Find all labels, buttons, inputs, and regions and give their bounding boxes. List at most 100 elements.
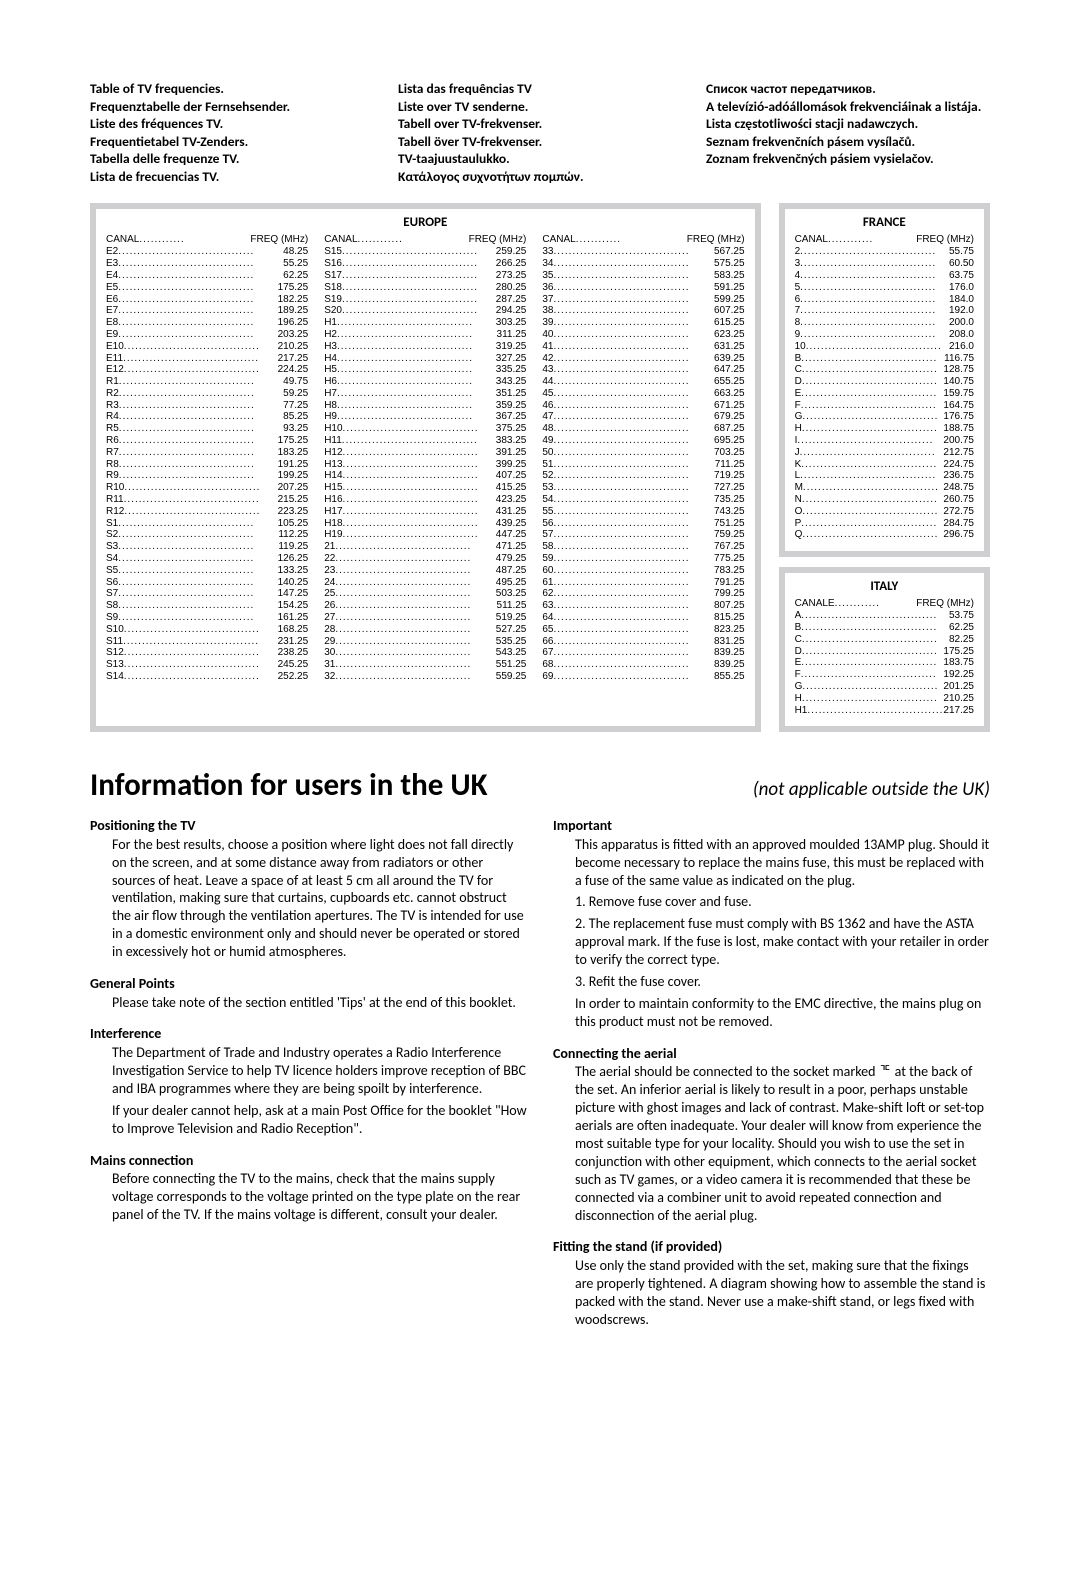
freq-row: H....................................210…	[795, 693, 974, 705]
freq-row: 38....................................60…	[542, 305, 744, 317]
freq-row: S2....................................11…	[106, 529, 308, 541]
freq-row: 42....................................63…	[542, 353, 744, 365]
freq-row: R11....................................2…	[106, 494, 308, 506]
info-section: Fitting the stand (if provided)Use only …	[553, 1238, 990, 1328]
freq-row: R7....................................18…	[106, 447, 308, 459]
title-line: Table of TV frequencies.	[90, 80, 374, 98]
freq-row: E4....................................62…	[106, 270, 308, 282]
freq-row: 45....................................66…	[542, 388, 744, 400]
freq-row: 34....................................57…	[542, 258, 744, 270]
freq-row: S14....................................2…	[106, 671, 308, 683]
freq-row: S1....................................10…	[106, 518, 308, 530]
freq-header: CANAL............FREQ (MHz)	[795, 234, 974, 246]
freq-row: H11....................................3…	[324, 435, 526, 447]
freq-row: R3....................................77…	[106, 400, 308, 412]
freq-row: B....................................116…	[795, 353, 974, 365]
freq-row: H6....................................34…	[324, 376, 526, 388]
freq-row: E11....................................2…	[106, 353, 308, 365]
freq-row: E9....................................20…	[106, 329, 308, 341]
freq-row: S13....................................2…	[106, 659, 308, 671]
title-line: Frequentietabel TV-Zenders.	[90, 133, 374, 151]
freq-header: CANAL............FREQ (MHz)	[542, 234, 744, 246]
freq-row: 62....................................79…	[542, 588, 744, 600]
freq-row: 56....................................75…	[542, 518, 744, 530]
section-paragraph: 3. Refit the fuse cover.	[575, 973, 990, 991]
title-line: Tabell över TV-frekvenser.	[398, 133, 682, 151]
uk-heading: Information for users in the UK (not app…	[90, 766, 990, 805]
freq-row: A....................................53.…	[795, 610, 974, 622]
freq-row: 63....................................80…	[542, 600, 744, 612]
freq-row: R1....................................49…	[106, 376, 308, 388]
freq-header: CANALE............FREQ (MHz)	[795, 598, 974, 610]
freq-row: 36....................................59…	[542, 282, 744, 294]
freq-row: 10....................................21…	[795, 341, 974, 353]
freq-row: R5....................................93…	[106, 423, 308, 435]
europe-col-1: CANAL............FREQ (MHz)E2...........…	[106, 234, 308, 683]
section-body: Use only the stand provided with the set…	[553, 1257, 990, 1329]
freq-row: R10....................................2…	[106, 482, 308, 494]
freq-row: S11....................................2…	[106, 636, 308, 648]
title-line: Lista das frequências TV	[398, 80, 682, 98]
freq-row: 46....................................67…	[542, 400, 744, 412]
freq-row: N....................................260…	[795, 494, 974, 506]
freq-row: 52....................................71…	[542, 470, 744, 482]
section-paragraph: For the best results, choose a position …	[112, 836, 527, 961]
freq-row: D....................................140…	[795, 376, 974, 388]
france-title: FRANCE	[795, 215, 974, 231]
freq-row: P....................................284…	[795, 518, 974, 530]
freq-row: S7....................................14…	[106, 588, 308, 600]
freq-row: H1....................................30…	[324, 317, 526, 329]
title-line: Liste des fréquences TV.	[90, 115, 374, 133]
freq-row: 41....................................63…	[542, 341, 744, 353]
section-paragraph: If your dealer cannot help, ask at a mai…	[112, 1102, 527, 1138]
freq-row: E....................................159…	[795, 388, 974, 400]
freq-row: E12....................................2…	[106, 364, 308, 376]
freq-row: H3....................................31…	[324, 341, 526, 353]
freq-row: L....................................236…	[795, 470, 974, 482]
freq-row: S6....................................14…	[106, 577, 308, 589]
title-line: Tabella delle frequenze TV.	[90, 150, 374, 168]
freq-row: 30....................................54…	[324, 647, 526, 659]
info-section: Mains connectionBefore connecting the TV…	[90, 1152, 527, 1224]
freq-row: 54....................................73…	[542, 494, 744, 506]
freq-row: 47....................................67…	[542, 411, 744, 423]
info-section: General PointsPlease take note of the se…	[90, 975, 527, 1011]
freq-row: S18....................................2…	[324, 282, 526, 294]
freq-row: E8....................................19…	[106, 317, 308, 329]
freq-row: S12....................................2…	[106, 647, 308, 659]
freq-row: 69....................................85…	[542, 671, 744, 683]
freq-row: 53....................................72…	[542, 482, 744, 494]
freq-row: S16....................................2…	[324, 258, 526, 270]
freq-row: S19....................................2…	[324, 294, 526, 306]
freq-row: 9....................................208…	[795, 329, 974, 341]
freq-row: 49....................................69…	[542, 435, 744, 447]
freq-row: 28....................................52…	[324, 624, 526, 636]
freq-row: H9....................................36…	[324, 411, 526, 423]
freq-row: H18....................................4…	[324, 518, 526, 530]
section-heading: Interference	[90, 1025, 527, 1043]
section-paragraph: Before connecting the TV to the mains, c…	[112, 1170, 527, 1224]
titles-col-1: Table of TV frequencies.Frequenztabelle …	[90, 80, 374, 185]
freq-row: 35....................................58…	[542, 270, 744, 282]
freq-row: 24....................................49…	[324, 577, 526, 589]
freq-row: H13....................................3…	[324, 459, 526, 471]
freq-row: 50....................................70…	[542, 447, 744, 459]
freq-row: S5....................................13…	[106, 565, 308, 577]
freq-row: 2....................................55.…	[795, 246, 974, 258]
title-line: Seznam frekvenčních pásem vysílačů.	[706, 133, 990, 151]
info-section: InterferenceThe Department of Trade and …	[90, 1025, 527, 1137]
info-section: ImportantThis apparatus is fitted with a…	[553, 817, 990, 1031]
section-body: This apparatus is fitted with an approve…	[553, 836, 990, 1031]
freq-row: 68....................................83…	[542, 659, 744, 671]
freq-row: 37....................................59…	[542, 294, 744, 306]
freq-row: D....................................175…	[795, 646, 974, 658]
title-line: Lista częstotliwości stacji nadawczych.	[706, 115, 990, 133]
section-heading: Connecting the aerial	[553, 1045, 990, 1063]
section-heading: General Points	[90, 975, 527, 993]
freq-row: E6....................................18…	[106, 294, 308, 306]
uk-info-columns: Positioning the TVFor the best results, …	[90, 817, 990, 1342]
freq-row: 64....................................81…	[542, 612, 744, 624]
freq-header: CANAL............FREQ (MHz)	[106, 234, 308, 246]
freq-row: F....................................164…	[795, 400, 974, 412]
europe-col-3: CANAL............FREQ (MHz)33...........…	[542, 234, 744, 683]
